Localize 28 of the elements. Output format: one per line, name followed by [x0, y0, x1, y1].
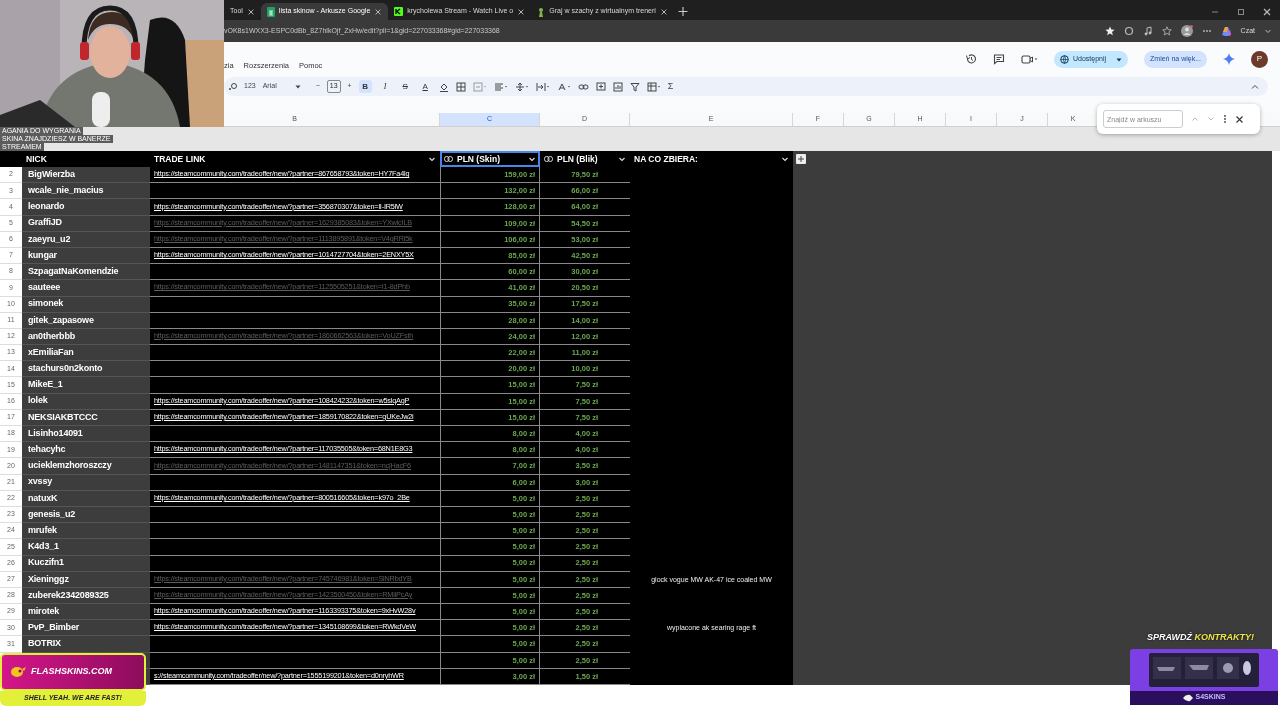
nick-cell: xEmiliaFan	[22, 345, 150, 362]
sponsor-logo-text: FLASHSKINS.COM	[31, 665, 112, 679]
nick-cell: stachurs0n2konto	[22, 361, 150, 378]
nick-cell: ucieklemzhoroszczy	[22, 458, 150, 475]
sponsor-banner[interactable]: FLASHSKINS.COM	[0, 653, 146, 691]
nick-cell: SzpagatNaKomendzie	[22, 264, 150, 281]
column-heading[interactable]: NICK	[22, 151, 150, 167]
nick-cell: mirotek	[22, 604, 150, 621]
avatar[interactable]: P	[1251, 50, 1268, 68]
column-heading[interactable]: TRADE LINK	[150, 151, 440, 167]
column-heading[interactable]: PLN (Blik)	[540, 151, 630, 167]
format-button[interactable]: S	[398, 80, 412, 93]
nick-cell: leonardo	[22, 199, 150, 216]
nick-cell: wcale_nie_macius	[22, 183, 150, 200]
promo-headline: SPRAWDŹ KONTRAKTY!	[1147, 631, 1255, 644]
nick-cell: MikeE_1	[22, 377, 150, 394]
sum-button[interactable]: Σ	[667, 79, 674, 94]
format-button[interactable]: B	[358, 80, 372, 93]
nick-cell: K4d3_1	[22, 539, 150, 556]
nick-cell: PvP_Bimber	[22, 620, 150, 637]
column-heading[interactable]: NA CO ZBIERA:	[630, 151, 793, 167]
nick-cell: BigWierzba	[22, 167, 150, 184]
nick-cell: tehacyhc	[22, 442, 150, 459]
nick-cell: mrufek	[22, 523, 150, 540]
nick-cell: Lisinho14091	[22, 426, 150, 443]
format-button[interactable]: I	[378, 80, 392, 93]
column-heading[interactable]: PLN (Skin)	[440, 151, 540, 167]
format-button[interactable]: A	[418, 80, 432, 93]
